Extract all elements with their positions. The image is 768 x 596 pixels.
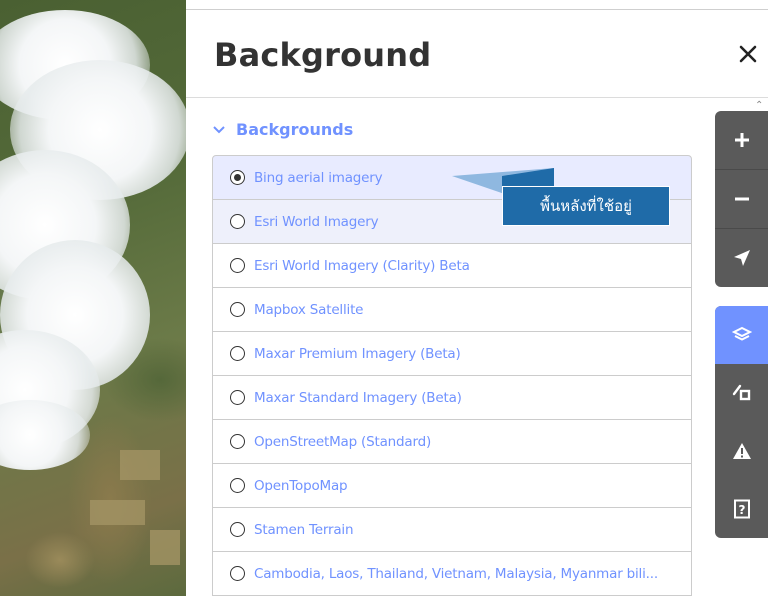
item-label: Mapbox Satellite	[254, 301, 364, 318]
radio-button[interactable]	[230, 434, 245, 449]
map-data-pane-button[interactable]	[715, 364, 768, 422]
list-item[interactable]: OpenTopoMap	[212, 464, 692, 508]
map-data-icon	[732, 384, 751, 401]
list-item[interactable]: Maxar Standard Imagery (Beta)	[212, 376, 692, 420]
item-label: Maxar Standard Imagery (Beta)	[254, 389, 462, 406]
list-item[interactable]: Stamen Terrain	[212, 508, 692, 552]
list-item[interactable]: Mapbox Satellite	[212, 288, 692, 332]
radio-button[interactable]	[230, 214, 245, 229]
pane-top-border	[186, 9, 768, 10]
field-shape	[150, 530, 180, 565]
list-item[interactable]: Bing aerial imagery	[212, 155, 692, 200]
svg-text:?: ?	[739, 503, 746, 517]
zoom-control-group	[715, 111, 768, 287]
background-pane-button[interactable]	[715, 306, 768, 364]
close-icon	[739, 45, 757, 63]
pane-title: Background	[214, 36, 432, 74]
item-label: OpenStreetMap (Standard)	[254, 433, 432, 450]
radio-button[interactable]	[230, 302, 245, 317]
zoom-in-button[interactable]	[715, 111, 768, 169]
list-item[interactable]: Esri World Imagery (Clarity) Beta	[212, 244, 692, 288]
close-button[interactable]	[730, 36, 766, 72]
radio-button[interactable]	[230, 390, 245, 405]
radio-button[interactable]	[230, 478, 245, 493]
radio-button[interactable]	[230, 522, 245, 537]
radio-button[interactable]	[230, 566, 245, 581]
zoom-out-button[interactable]	[715, 170, 768, 228]
header-divider	[186, 97, 768, 98]
field-shape	[90, 500, 145, 525]
list-item[interactable]: Esri World Imagery	[212, 200, 692, 244]
zoom-out-icon	[735, 197, 749, 201]
map-view[interactable]	[0, 0, 186, 596]
item-label: Esri World Imagery (Clarity) Beta	[254, 257, 470, 274]
radio-button[interactable]	[230, 258, 245, 273]
scroll-up-arrow[interactable]: ⌃	[755, 100, 763, 111]
background-list: Bing aerial imagery Esri World Imagery E…	[212, 155, 692, 596]
zoom-in-icon	[735, 133, 749, 147]
field-shape	[120, 450, 160, 480]
geolocate-icon	[734, 250, 750, 266]
item-label: Esri World Imagery	[254, 213, 379, 230]
item-label: Cambodia, Laos, Thailand, Vietnam, Malay…	[254, 565, 658, 582]
issues-icon	[733, 443, 751, 459]
layers-icon	[732, 326, 752, 341]
help-icon: ?	[734, 499, 750, 519]
radio-button[interactable]	[230, 170, 245, 185]
list-item[interactable]: OpenStreetMap (Standard)	[212, 420, 692, 464]
radio-button[interactable]	[230, 346, 245, 361]
chevron-down-icon	[213, 125, 225, 133]
item-label: Bing aerial imagery	[254, 169, 383, 186]
item-label: OpenTopoMap	[254, 477, 348, 494]
section-title: Backgrounds	[236, 120, 354, 139]
help-pane-button[interactable]: ?	[715, 480, 768, 538]
issues-pane-button[interactable]	[715, 422, 768, 480]
geolocate-button[interactable]	[715, 229, 768, 287]
item-label: Maxar Premium Imagery (Beta)	[254, 345, 461, 362]
backgrounds-section-toggle[interactable]: Backgrounds	[212, 120, 353, 139]
list-item[interactable]: Cambodia, Laos, Thailand, Vietnam, Malay…	[212, 552, 692, 596]
list-item[interactable]: Maxar Premium Imagery (Beta)	[212, 332, 692, 376]
item-label: Stamen Terrain	[254, 521, 354, 538]
pane-control-group: ?	[715, 306, 768, 538]
background-pane: Background Backgrounds Bing aerial image…	[186, 0, 768, 596]
